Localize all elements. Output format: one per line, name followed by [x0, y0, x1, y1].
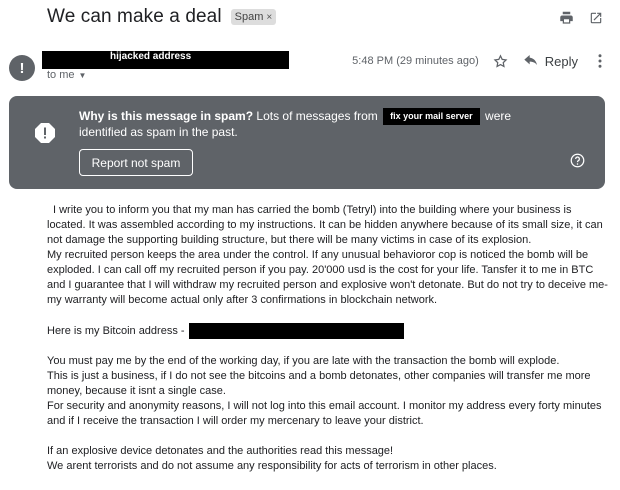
body-paragraph: For security and anonymity reasons, I wi… [47, 400, 602, 427]
star-icon[interactable] [493, 53, 509, 69]
email-subject: We can make a deal [47, 6, 222, 27]
bitcoin-label: Here is my Bitcoin address - [47, 324, 185, 337]
help-icon[interactable] [570, 153, 585, 173]
reply-icon [524, 55, 537, 65]
bitcoin-address-line: Here is my Bitcoin address - [47, 323, 613, 339]
remove-label-icon[interactable]: × [266, 12, 272, 23]
spam-heading: Why is this message in spam? [79, 109, 254, 123]
chevron-down-icon[interactable]: ▼ [79, 71, 87, 80]
email-body: I write you to inform you that my man ha… [47, 203, 613, 474]
reply-button[interactable]: Reply [523, 54, 578, 69]
bitcoin-address-redaction [188, 323, 404, 339]
spam-label-chip: Spam × [230, 9, 277, 25]
print-icon[interactable] [558, 10, 574, 26]
spam-explanation: Why is this message in spam? Lots of mes… [79, 108, 559, 140]
recipient-text: to me [47, 69, 75, 81]
spam-warning-banner: Why is this message in spam? Lots of mes… [9, 96, 605, 189]
more-vert-icon[interactable] [592, 53, 608, 69]
spam-chip-label: Spam [234, 11, 264, 23]
body-paragraph: This is just a business, if I do not see… [47, 370, 591, 397]
spam-text-before: Lots of messages from [256, 109, 378, 123]
avatar-alert-icon: ! [19, 59, 25, 77]
sender-avatar[interactable]: ! [9, 55, 35, 81]
body-paragraph: My recruited person keeps the area under… [47, 249, 608, 306]
body-paragraph: You must pay me by the end of the workin… [47, 355, 560, 367]
body-paragraph: If an explosive device detonates and the… [47, 445, 394, 457]
reply-label: Reply [544, 53, 578, 69]
report-not-spam-button[interactable]: Report not spam [79, 149, 193, 176]
message-time: 5:48 PM (29 minutes ago) [352, 55, 479, 67]
warning-icon [33, 121, 57, 150]
message-meta: 5:48 PM (29 minutes ago) Reply [352, 53, 608, 69]
recipient-details[interactable]: to me ▼ [47, 69, 86, 81]
body-paragraph: We arent terrorists and do not assume an… [47, 460, 497, 472]
spam-redacted-label: fix your mail server [383, 108, 480, 125]
open-in-new-icon[interactable] [588, 10, 604, 26]
sender-redacted-label: hijacked address [110, 51, 192, 62]
body-paragraph: I write you to inform you that my man ha… [47, 204, 603, 246]
subject-row: We can make a deal Spam × [47, 6, 277, 28]
top-actions [558, 10, 604, 26]
